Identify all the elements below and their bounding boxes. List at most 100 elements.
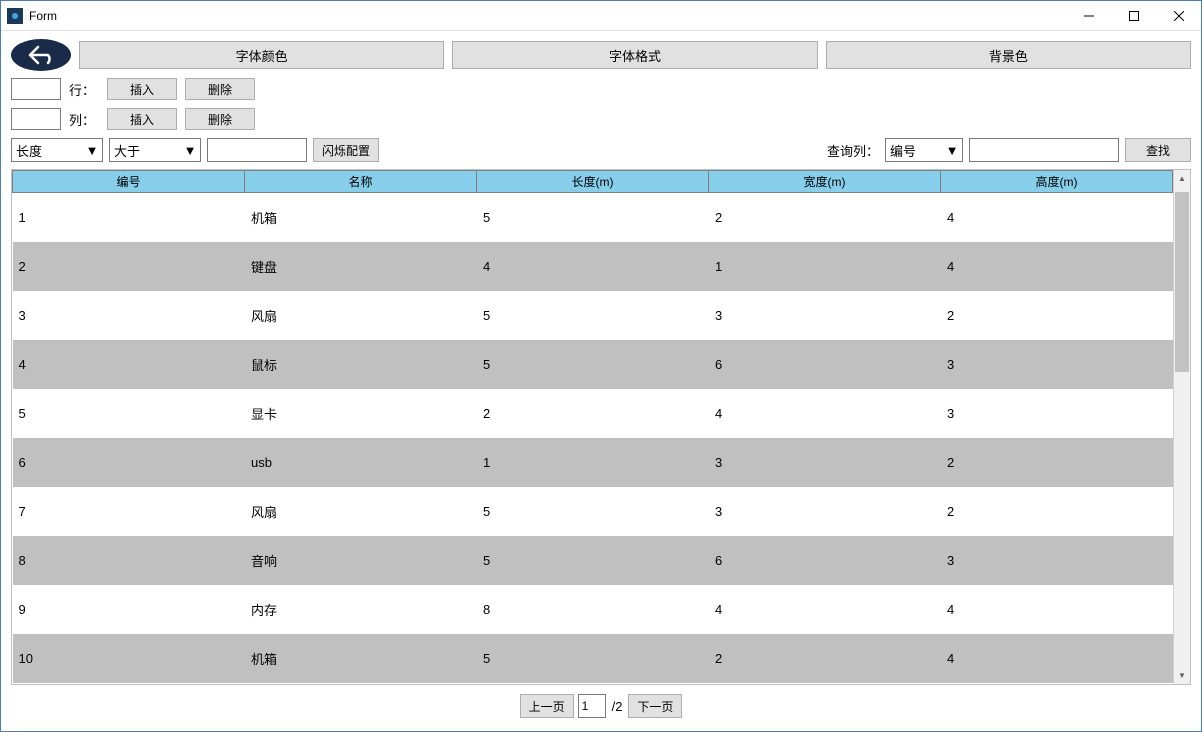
table-cell: 键盘 (245, 242, 477, 291)
table-row[interactable]: 8音响563 (13, 536, 1173, 585)
table-cell: 2 (709, 634, 941, 683)
table-cell: 8 (13, 536, 245, 585)
table-row[interactable]: 2键盘414 (13, 242, 1173, 291)
table-cell: 6 (709, 536, 941, 585)
table-cell: 鼠标 (245, 340, 477, 389)
table-cell: 7 (13, 487, 245, 536)
chevron-down-icon: ▼ (182, 139, 198, 161)
column-header[interactable]: 长度(m) (477, 171, 709, 193)
table-cell: 3 (941, 340, 1173, 389)
table-cell: 2 (13, 242, 245, 291)
table-row[interactable]: 6usb132 (13, 438, 1173, 487)
row-insert-button[interactable]: 插入 (107, 78, 177, 100)
column-header[interactable]: 编号 (13, 171, 245, 193)
filter-field-select[interactable]: 长度 ▼ (11, 138, 103, 162)
back-button[interactable] (11, 39, 71, 71)
table-row[interactable]: 10机箱524 (13, 634, 1173, 683)
table-cell: 2 (477, 389, 709, 438)
table-cell: 3 (709, 487, 941, 536)
col-delete-button[interactable]: 删除 (185, 108, 255, 130)
table-cell: 3 (941, 389, 1173, 438)
table-cell: 3 (941, 536, 1173, 585)
row-delete-button[interactable]: 删除 (185, 78, 255, 100)
table-cell: 5 (477, 193, 709, 242)
column-header[interactable]: 高度(m) (941, 171, 1173, 193)
table-cell: 2 (941, 291, 1173, 340)
vertical-scrollbar[interactable]: ▲ ▼ (1173, 170, 1190, 684)
column-header[interactable]: 宽度(m) (709, 171, 941, 193)
blink-config-button[interactable]: 闪烁配置 (313, 138, 379, 162)
table-cell: 4 (477, 242, 709, 291)
table-cell: 4 (941, 193, 1173, 242)
table-cell: 4 (709, 389, 941, 438)
maximize-button[interactable] (1111, 1, 1156, 30)
table-cell: 3 (13, 291, 245, 340)
scroll-up-arrow-icon[interactable]: ▲ (1174, 170, 1190, 187)
table-cell: 风扇 (245, 487, 477, 536)
table-cell: 4 (13, 340, 245, 389)
table-cell: 10 (13, 634, 245, 683)
table-cell: 4 (941, 242, 1173, 291)
table-row[interactable]: 5显卡243 (13, 389, 1173, 438)
table-cell: 1 (13, 193, 245, 242)
table-cell: 风扇 (245, 291, 477, 340)
scroll-down-arrow-icon[interactable]: ▼ (1174, 667, 1190, 684)
table-cell: 内存 (245, 585, 477, 634)
chevron-down-icon: ▼ (944, 139, 960, 161)
font-format-button[interactable]: 字体格式 (452, 41, 817, 69)
col-insert-button[interactable]: 插入 (107, 108, 177, 130)
filter-op-value: 大于 (114, 141, 140, 160)
app-icon (7, 8, 23, 24)
data-table: 编号名称长度(m)宽度(m)高度(m) 1机箱5242键盘4143风扇5324鼠… (11, 169, 1191, 685)
table-cell: usb (245, 438, 477, 487)
table-cell: 2 (709, 193, 941, 242)
page-number-input[interactable] (578, 694, 606, 718)
table-row[interactable]: 7风扇532 (13, 487, 1173, 536)
table-row[interactable]: 1机箱524 (13, 193, 1173, 242)
page-total-label: /2 (610, 699, 625, 714)
table-cell: 9 (13, 585, 245, 634)
find-button[interactable]: 查找 (1125, 138, 1191, 162)
close-button[interactable] (1156, 1, 1201, 30)
table-cell: 4 (941, 585, 1173, 634)
minimize-button[interactable] (1066, 1, 1111, 30)
table-cell: 6 (709, 340, 941, 389)
titlebar: Form (1, 1, 1201, 31)
row-label: 行： (69, 80, 99, 99)
query-value-input[interactable] (969, 138, 1119, 162)
table-cell: 4 (709, 585, 941, 634)
table-cell: 5 (477, 487, 709, 536)
scrollbar-thumb[interactable] (1175, 192, 1189, 372)
filter-op-select[interactable]: 大于 ▼ (109, 138, 201, 162)
table-cell: 显卡 (245, 389, 477, 438)
pager: 上一页 /2 下一页 (11, 691, 1191, 721)
table-cell: 6 (13, 438, 245, 487)
table-cell: 3 (709, 291, 941, 340)
table-cell: 5 (477, 634, 709, 683)
table-cell: 2 (941, 487, 1173, 536)
column-header[interactable]: 名称 (245, 171, 477, 193)
table-row[interactable]: 4鼠标563 (13, 340, 1173, 389)
table-cell: 5 (477, 291, 709, 340)
query-column-select[interactable]: 编号 ▼ (885, 138, 963, 162)
chevron-down-icon: ▼ (84, 139, 100, 161)
prev-page-button[interactable]: 上一页 (520, 694, 574, 718)
table-cell: 8 (477, 585, 709, 634)
table-cell: 音响 (245, 536, 477, 585)
query-column-label: 查询列： (827, 141, 879, 160)
table-cell: 1 (709, 242, 941, 291)
next-page-button[interactable]: 下一页 (628, 694, 682, 718)
col-number-input[interactable] (11, 108, 61, 130)
table-cell: 5 (477, 340, 709, 389)
filter-value-input[interactable] (207, 138, 307, 162)
table-cell: 4 (941, 634, 1173, 683)
row-number-input[interactable] (11, 78, 61, 100)
table-row[interactable]: 3风扇532 (13, 291, 1173, 340)
font-color-button[interactable]: 字体颜色 (79, 41, 444, 69)
back-arrow-icon (28, 45, 54, 65)
table-row[interactable]: 9内存844 (13, 585, 1173, 634)
table-cell: 2 (941, 438, 1173, 487)
table-cell: 5 (477, 536, 709, 585)
table-cell: 机箱 (245, 634, 477, 683)
bg-color-button[interactable]: 背景色 (826, 41, 1191, 69)
